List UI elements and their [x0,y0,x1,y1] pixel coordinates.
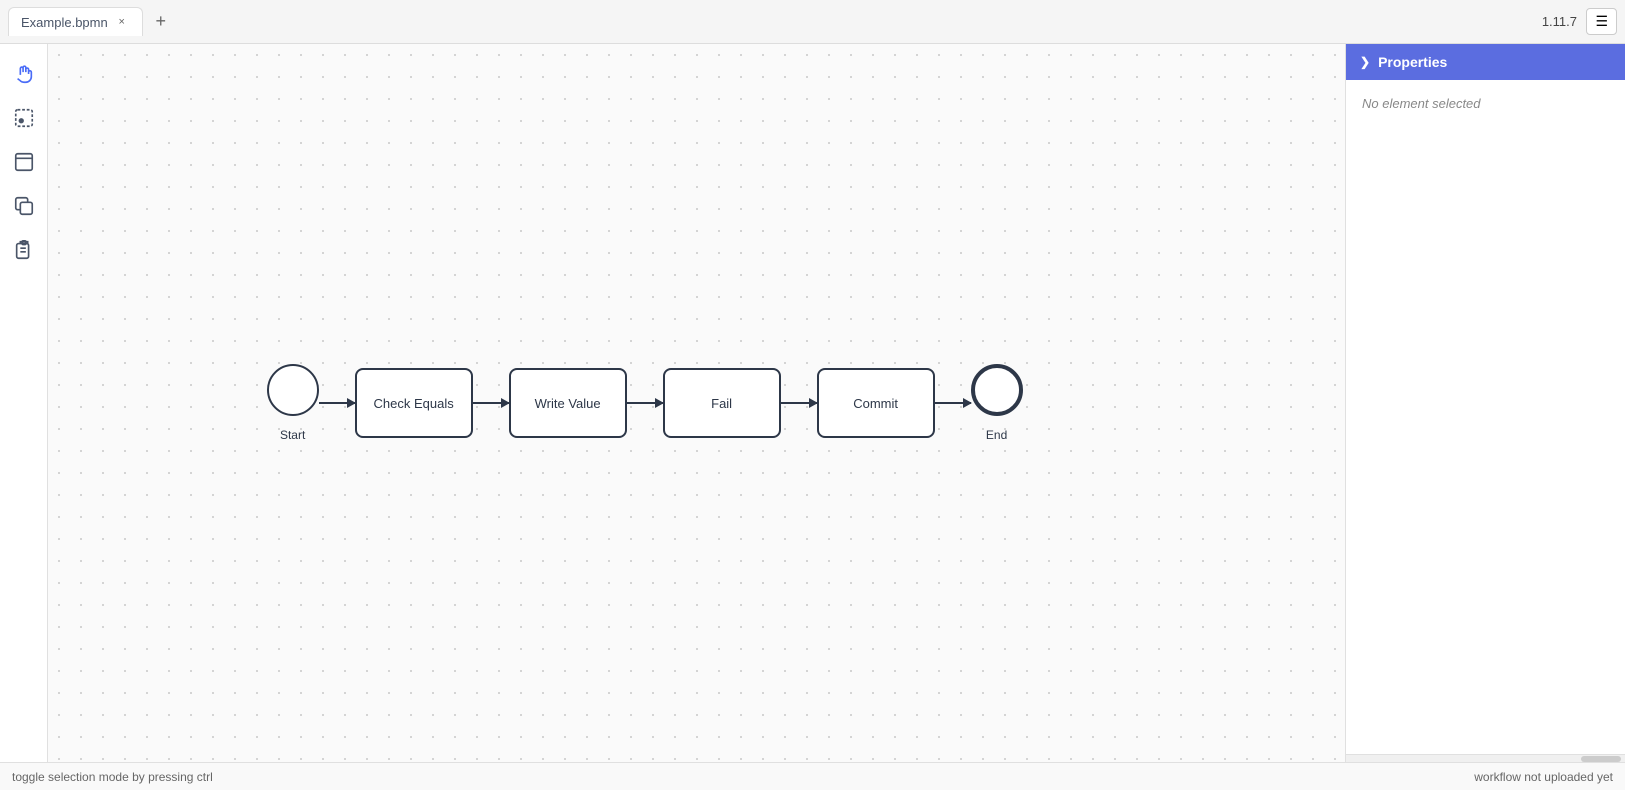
status-bar: toggle selection mode by pressing ctrl w… [0,762,1625,790]
arrow-line-3 [627,402,663,404]
arrow-line-5 [935,402,971,404]
start-event-wrapper: Start [267,364,319,442]
end-event-label: End [986,428,1007,442]
file-tab[interactable]: Example.bpmn × [8,7,143,36]
chevron-down-icon: ❯ [1360,55,1370,69]
status-left: toggle selection mode by pressing ctrl [12,770,213,784]
arrow-5 [935,402,971,404]
task-fail[interactable]: Fail [663,368,781,438]
start-event[interactable] [267,364,319,416]
end-event[interactable] [971,364,1023,416]
bpmn-diagram: Start Check Equals Write Value [267,364,1023,442]
arrow-2 [473,402,509,404]
status-right: workflow not uploaded yet [1474,770,1613,784]
bpmn-canvas[interactable]: Start Check Equals Write Value [48,44,1345,762]
paste-tool-button[interactable] [6,232,42,268]
start-event-label: Start [280,428,305,442]
arrow-line-2 [473,402,509,404]
properties-header: ❯ Properties [1346,44,1625,80]
end-event-wrapper: End [971,364,1023,442]
copy-tool-button[interactable] [6,188,42,224]
frame-tool-button[interactable] [6,144,42,180]
task-write-value-wrapper: Write Value [509,368,627,438]
hand-tool-button[interactable] [6,56,42,92]
close-tab-button[interactable]: × [114,14,130,30]
arrow-3 [627,402,663,404]
menu-button[interactable]: ☰ [1586,8,1617,35]
task-check-equals-wrapper: Check Equals [355,368,473,438]
tab-label: Example.bpmn [21,15,108,30]
task-fail-wrapper: Fail [663,368,781,438]
task-check-equals[interactable]: Check Equals [355,368,473,438]
properties-scrollbar [1346,754,1625,762]
select-tool-button[interactable] [6,100,42,136]
main-layout: Start Check Equals Write Value [0,44,1625,762]
arrow-line-1 [319,402,355,404]
properties-panel: ❯ Properties No element selected [1345,44,1625,762]
no-element-label: No element selected [1362,96,1481,111]
arrow-4 [781,402,817,404]
arrow-1 [319,402,355,404]
toolbar [0,44,48,762]
arrow-line-4 [781,402,817,404]
task-commit[interactable]: Commit [817,368,935,438]
new-tab-button[interactable]: + [147,8,175,36]
properties-title: Properties [1378,54,1447,70]
task-write-value[interactable]: Write Value [509,368,627,438]
properties-body: No element selected [1346,80,1625,754]
title-bar: Example.bpmn × + 1.11.7 ☰ [0,0,1625,44]
task-commit-wrapper: Commit [817,368,935,438]
scrollbar-thumb [1581,756,1621,762]
version-badge: 1.11.7 [1542,14,1577,29]
